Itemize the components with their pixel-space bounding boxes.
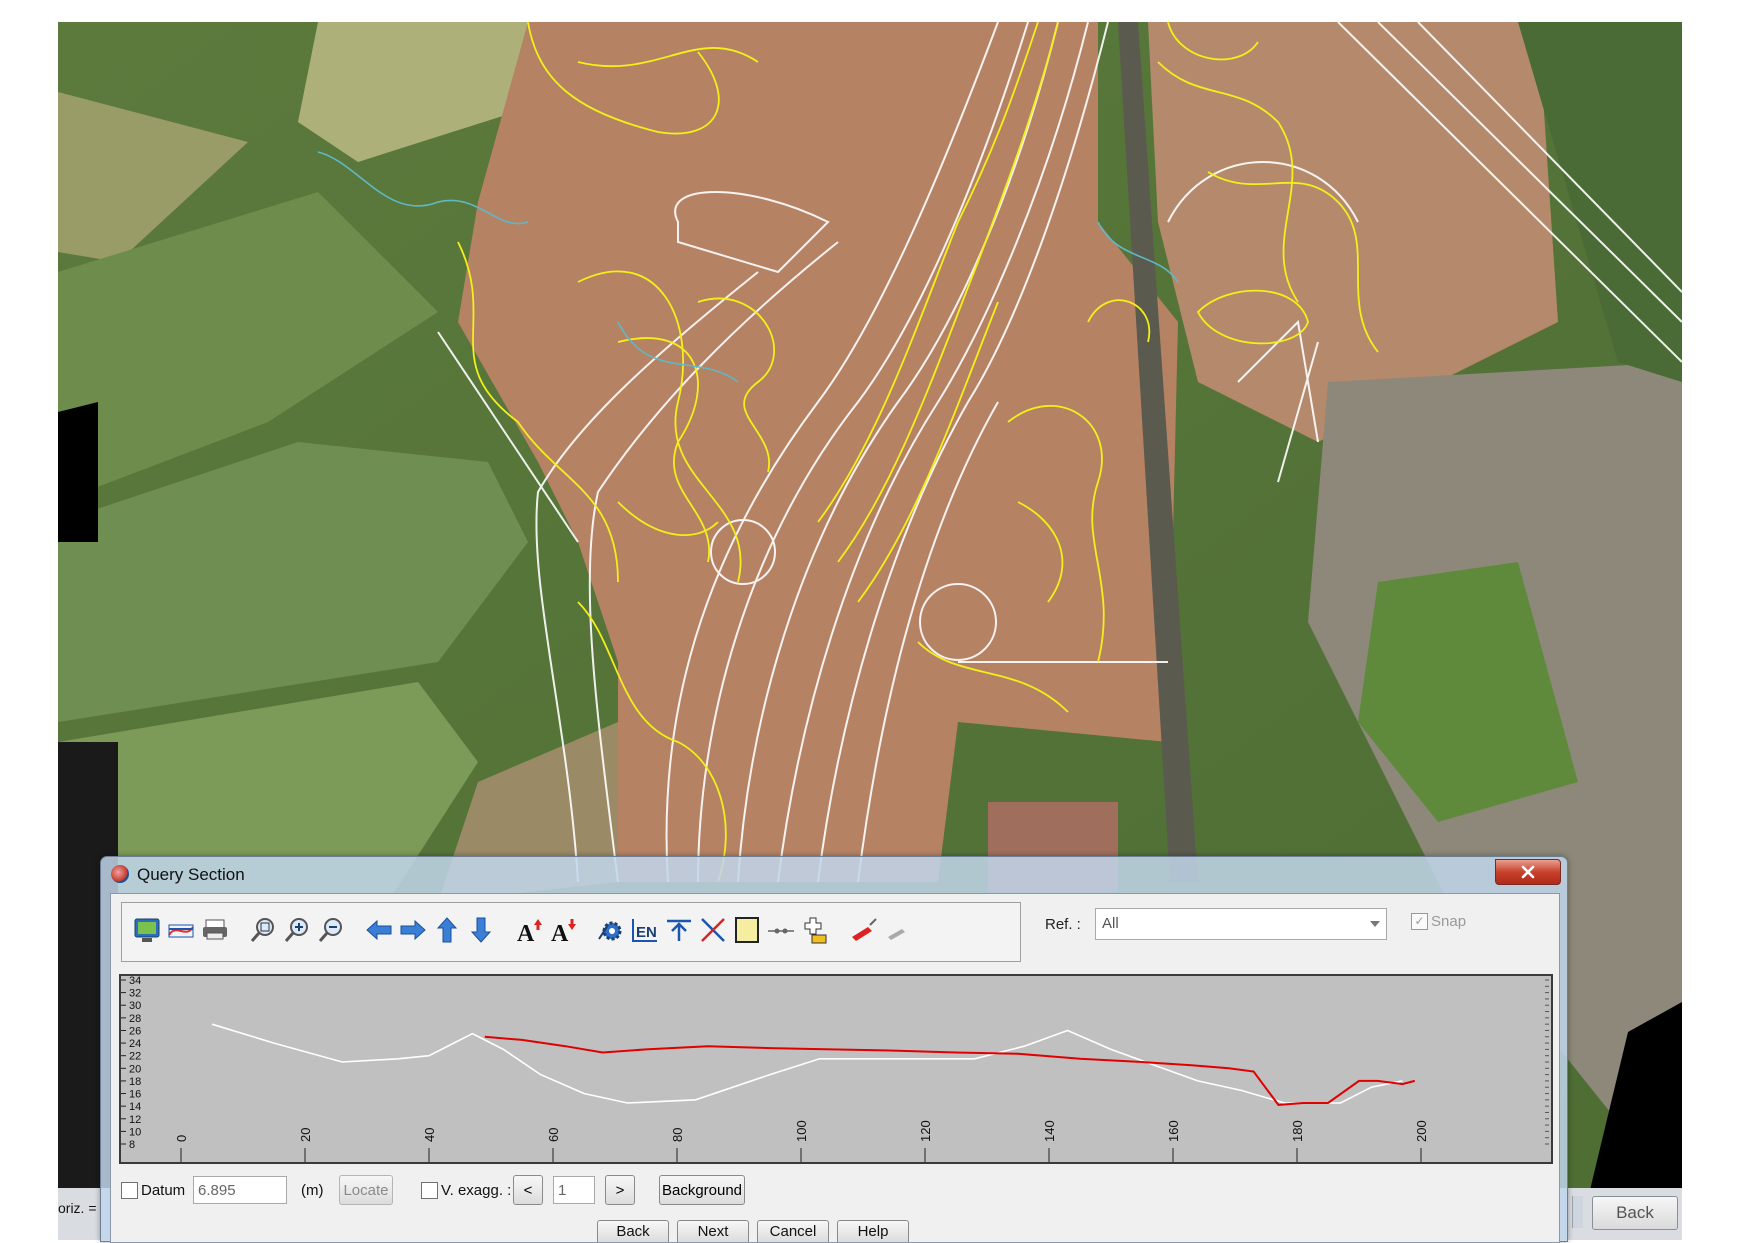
section-profile-chart[interactable]: 34 32 30 28 26 24 22 20 18 16 14 12 10 8 0 20 40 60 80 100 1… <box>119 974 1553 1164</box>
en-label-icon[interactable]: EN <box>628 913 662 947</box>
view-icon[interactable] <box>130 913 164 947</box>
cancel-button[interactable]: Cancel <box>757 1220 829 1242</box>
back-button[interactable]: Back <box>597 1220 669 1242</box>
y-tick-label: 16 <box>129 1089 141 1101</box>
svg-text:A: A <box>551 921 569 945</box>
x-tick-label: 120 <box>918 1120 933 1142</box>
section-line-icon[interactable] <box>164 913 198 947</box>
x-tick-label: 200 <box>1414 1120 1429 1142</box>
close-button[interactable] <box>1495 859 1561 885</box>
x-tick-label: 160 <box>1166 1120 1181 1142</box>
snap-checkbox[interactable]: ✓ <box>1411 913 1428 930</box>
x-tick-label: 0 <box>174 1135 189 1142</box>
zoom-in-icon[interactable] <box>280 913 314 947</box>
y-tick-label: 26 <box>129 1025 141 1037</box>
vexagg-increase-button[interactable]: > <box>605 1175 635 1205</box>
next-button[interactable]: Next <box>677 1220 749 1242</box>
svg-text:A: A <box>517 921 535 945</box>
background-back-button[interactable]: Back <box>1592 1196 1678 1230</box>
y-tick-label: 32 <box>129 988 141 1000</box>
section-profile-svg: 3432302826242220181614121080 20 40 60 80 100 1… <box>121 976 1549 1162</box>
ref-dropdown[interactable]: All <box>1095 908 1387 940</box>
dialog-title: Query Section <box>137 865 245 884</box>
pan-down-icon[interactable] <box>464 913 498 947</box>
horiz-label: oriz. = <box>58 1200 97 1216</box>
snap-label: Snap <box>1431 913 1467 930</box>
y-tick-label: 8 <box>129 1139 135 1151</box>
text-smaller-icon[interactable]: A <box>546 913 580 947</box>
datum-input[interactable]: 6.895 <box>193 1176 287 1204</box>
x-tick-label: 140 <box>1042 1120 1057 1142</box>
connector-icon[interactable] <box>764 913 798 947</box>
x-tick-label: 180 <box>1290 1120 1305 1142</box>
y-tick-label: 22 <box>129 1051 141 1063</box>
app-logo-icon <box>111 865 129 883</box>
controls-row: Datum 6.895 (m) Locate V. exagg. : < 1 >… <box>111 1170 1559 1210</box>
y-tick-label: 14 <box>129 1101 141 1113</box>
datum-checkbox[interactable] <box>121 1182 138 1199</box>
vexagg-checkbox[interactable] <box>421 1182 438 1199</box>
x-tick-label: 60 <box>546 1128 561 1142</box>
y-tick-label: 12 <box>129 1114 141 1126</box>
design-profile-line <box>484 1035 1416 1106</box>
x-tick-label: 80 <box>670 1128 685 1142</box>
y-tick-label: 30 <box>129 1000 141 1012</box>
ref-dropdown-value: All <box>1102 915 1119 932</box>
datum-unit-label: (m) <box>301 1182 324 1199</box>
zoom-window-icon[interactable] <box>246 913 280 947</box>
print-icon[interactable] <box>198 913 232 947</box>
vexagg-label: V. exagg. : <box>441 1182 512 1199</box>
text-larger-icon[interactable]: A <box>512 913 546 947</box>
settings-icon[interactable] <box>594 913 628 947</box>
datum-label: Datum <box>141 1182 186 1199</box>
pan-left-icon[interactable] <box>362 913 396 947</box>
cross-line-icon[interactable] <box>696 913 730 947</box>
close-icon <box>1521 865 1535 879</box>
x-tick-label: 100 <box>794 1120 809 1142</box>
red-pen-icon[interactable] <box>846 913 880 947</box>
y-tick-label: 28 <box>129 1013 141 1025</box>
y-tick-label: 10 <box>129 1126 141 1138</box>
level-marker-icon[interactable] <box>662 913 696 947</box>
pan-right-icon[interactable] <box>396 913 430 947</box>
grey-pen-icon[interactable] <box>880 913 914 947</box>
x-tick-label: 20 <box>298 1128 313 1142</box>
y-tick-label: 34 <box>129 976 141 987</box>
locate-button[interactable]: Locate <box>339 1175 393 1205</box>
vexagg-decrease-button[interactable]: < <box>513 1175 543 1205</box>
yellow-box-icon[interactable] <box>730 913 764 947</box>
x-tick-label: 40 <box>422 1128 437 1142</box>
pan-up-icon[interactable] <box>430 913 464 947</box>
svg-text:EN: EN <box>636 924 657 941</box>
dialog-titlebar[interactable]: Query Section <box>101 857 1567 891</box>
window-edge <box>1572 1196 1583 1228</box>
dialog-client-area: A A EN Ref.: All ✓ Snap 34 32 30 28 26 … <box>110 893 1560 1243</box>
wizard-buttons: Back Next Cancel Help <box>111 1220 1559 1242</box>
section-toolbar: A A EN <box>121 902 1021 962</box>
add-point-icon[interactable] <box>798 913 832 947</box>
ref-label: Ref. : <box>1045 916 1081 933</box>
help-button[interactable]: Help <box>837 1220 909 1242</box>
query-section-dialog: Query Section A A EN Ref.: All ✓ Snap 3… <box>100 856 1568 1243</box>
chevron-down-icon <box>1370 921 1380 927</box>
background-button[interactable]: Background <box>659 1175 745 1205</box>
vexagg-input[interactable]: 1 <box>553 1176 595 1204</box>
zoom-out-icon[interactable] <box>314 913 348 947</box>
ground-profile-line <box>211 1023 1403 1104</box>
y-tick-label: 18 <box>129 1076 141 1088</box>
y-tick-label: 24 <box>129 1038 141 1050</box>
y-tick-label: 20 <box>129 1063 141 1075</box>
